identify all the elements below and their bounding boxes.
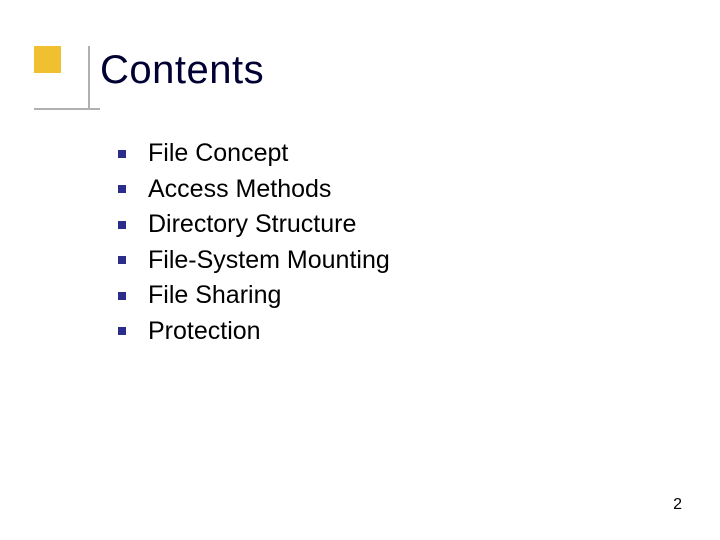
accent-line-horizontal [34,108,100,110]
bullet-icon [118,256,126,264]
bullet-icon [118,327,126,335]
list-item: Protection [118,314,390,350]
list-item: File Sharing [118,278,390,314]
accent-square [34,46,61,73]
list-item-label: File Sharing [148,278,281,314]
bullet-icon [118,185,126,193]
bullet-icon [118,221,126,229]
content-list: File Concept Access Methods Directory St… [118,136,390,349]
list-item-label: Directory Structure [148,207,356,243]
list-item: File-System Mounting [118,243,390,279]
list-item: File Concept [118,136,390,172]
list-item-label: File Concept [148,136,288,172]
list-item-label: Access Methods [148,172,331,208]
list-item: Access Methods [118,172,390,208]
list-item: Directory Structure [118,207,390,243]
bullet-icon [118,150,126,158]
list-item-label: Protection [148,314,261,350]
accent-line-vertical [88,46,90,110]
title-decoration [34,46,100,110]
bullet-icon [118,292,126,300]
list-item-label: File-System Mounting [148,243,390,279]
page-number: 2 [673,496,682,514]
slide-title: Contents [100,48,264,93]
